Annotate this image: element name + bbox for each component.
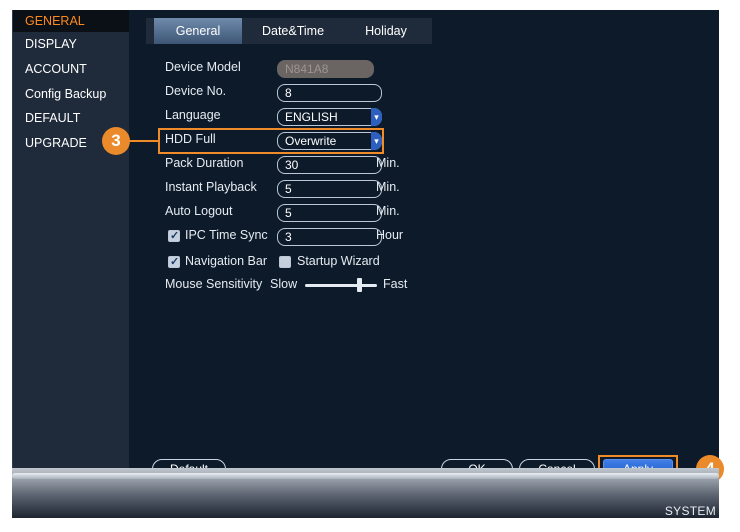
mouse-sensitivity-fast-label: Fast [383, 277, 408, 291]
tab-holiday[interactable]: Holiday [344, 18, 428, 44]
system-label: SYSTEM [664, 504, 716, 518]
auto-logout-label: Auto Logout [165, 204, 233, 218]
navigation-bar-checkbox[interactable] [168, 255, 180, 268]
pack-duration-label: Pack Duration [165, 156, 244, 170]
sidebar-item-general[interactable]: GENERAL [13, 10, 130, 32]
sidebar-item-display[interactable]: DISPLAY [13, 33, 130, 55]
language-value: ENGLISH [285, 110, 338, 124]
tab-bar: General Date&Time Holiday [146, 18, 432, 44]
ipc-time-sync-checkbox[interactable] [168, 229, 180, 242]
device-no-label: Device No. [165, 84, 227, 98]
mouse-sensitivity-label: Mouse Sensitivity [165, 277, 263, 291]
auto-logout-unit: Min. [376, 204, 400, 218]
tab-date-time[interactable]: Date&Time [246, 18, 340, 44]
navigation-bar-label: Navigation Bar [185, 254, 267, 268]
bottom-bar-highlight [12, 473, 719, 479]
pack-duration-field[interactable]: 30 [277, 156, 382, 174]
language-label: Language [165, 108, 221, 122]
sidebar: GENERAL DISPLAY ACCOUNT Config Backup DE… [12, 10, 130, 468]
ipc-time-sync-label: IPC Time Sync [185, 228, 268, 242]
device-model-field: N841A8 [277, 60, 374, 78]
instant-playback-label: Instant Playback [165, 180, 257, 194]
ipc-time-sync-unit: Hour [376, 228, 404, 242]
callout-line-3 [126, 140, 158, 142]
startup-wizard-label: Startup Wizard [297, 254, 380, 268]
instant-playback-unit: Min. [376, 180, 400, 194]
instant-playback-field[interactable]: 5 [277, 180, 382, 198]
callout-badge-3: 3 [102, 127, 130, 155]
tab-general[interactable]: General [154, 18, 242, 44]
auto-logout-field[interactable]: 5 [277, 204, 382, 222]
sidebar-item-account[interactable]: ACCOUNT [13, 58, 130, 80]
mouse-sensitivity-slow-label: Slow [270, 277, 298, 291]
device-model-label: Device Model [165, 60, 241, 74]
mouse-sensitivity-slider-handle[interactable] [357, 278, 362, 292]
ipc-time-sync-field[interactable]: 3 [277, 228, 382, 246]
sidebar-item-default[interactable]: DEFAULT [13, 107, 130, 129]
startup-wizard-checkbox[interactable] [279, 256, 291, 268]
pack-duration-unit: Min. [376, 156, 400, 170]
mouse-sensitivity-slider-track[interactable] [305, 284, 377, 287]
language-dropdown[interactable]: ENGLISH ▾ [277, 108, 382, 126]
callout-highlight-hdd-full [158, 128, 384, 154]
device-no-field[interactable]: 8 [277, 84, 382, 102]
sidebar-item-config-backup[interactable]: Config Backup [13, 83, 130, 105]
